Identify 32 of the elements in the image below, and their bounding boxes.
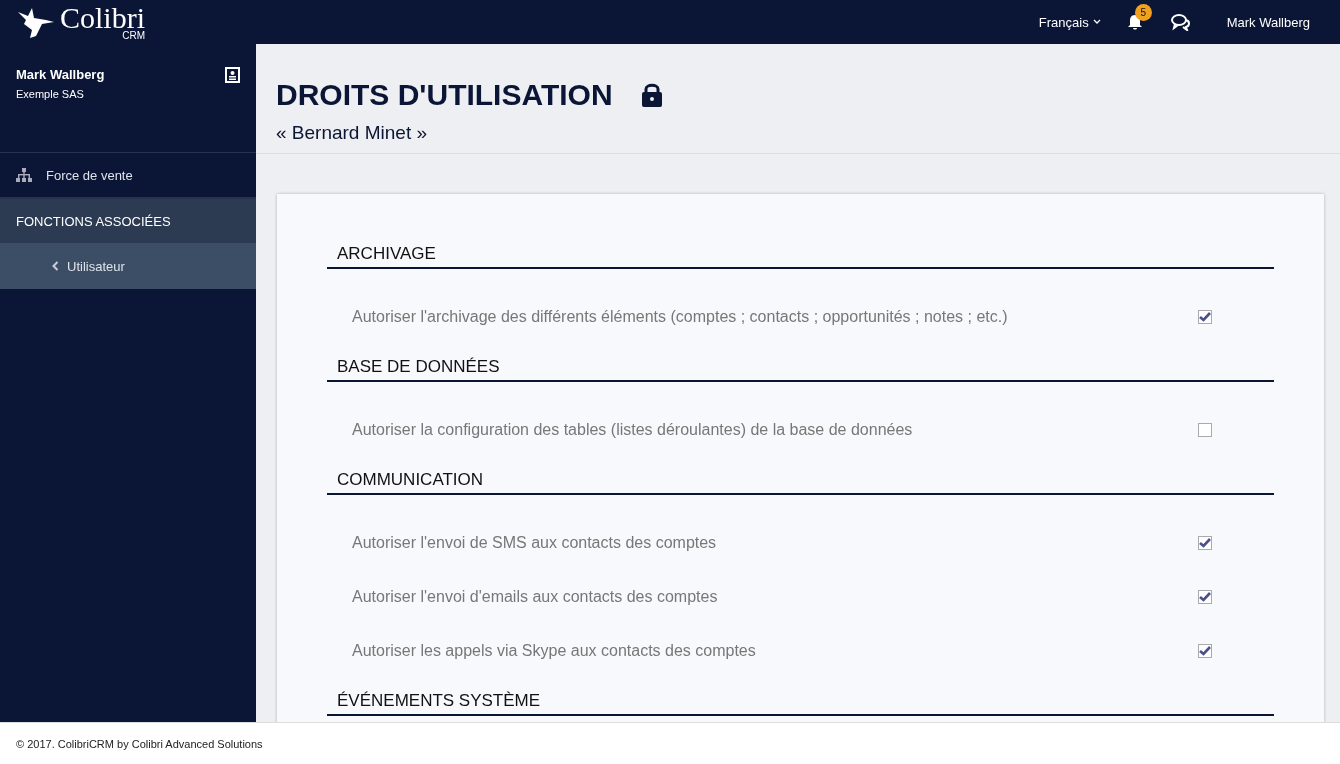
permission-label: Autoriser les appels via Skype aux contacts des comptes xyxy=(352,642,756,660)
sidebar-item[interactable]: Utilisateur xyxy=(0,243,256,289)
permission-label: Autoriser la configuration des tables (listes déroulantes) de la base de données xyxy=(352,421,913,439)
logo-subtitle: CRM xyxy=(122,31,145,41)
sitemap-icon xyxy=(16,168,32,182)
contact-card-icon xyxy=(225,67,240,83)
footer-text: © 2017. ColibriCRM by Colibri Advanced Solutions xyxy=(16,737,263,750)
checkbox[interactable] xyxy=(1198,590,1212,604)
company-name: Exemple SAS xyxy=(16,88,85,100)
permission-label: Autoriser l'envoi d'emails aux contacts des comptes xyxy=(352,588,718,606)
section-heading: COMMUNICATION xyxy=(327,470,1274,495)
user-menu[interactable]: Mark Wallberg xyxy=(1226,14,1310,30)
permission-label: Autoriser l'archivage des différents éléments (comptes ; contacts ; opportunités ; notes ; etc.) xyxy=(352,308,1008,326)
bell-icon[interactable] xyxy=(1126,13,1143,31)
permission-label: Autoriser l'envoi de SMS aux contacts des comptes xyxy=(352,534,717,552)
lock-icon xyxy=(640,82,663,108)
section-heading: ARCHIVAGE xyxy=(327,244,1274,269)
user-name: Mark Wallberg xyxy=(16,67,105,82)
checkbox[interactable] xyxy=(1198,644,1212,658)
checkbox[interactable] xyxy=(1198,423,1212,437)
section-heading: BASE DE DONNÉES xyxy=(327,357,1274,382)
language-dropdown[interactable]: Français xyxy=(1038,14,1101,30)
checkbox[interactable] xyxy=(1198,310,1212,324)
chevron-down-icon xyxy=(1092,19,1101,25)
page-title: DROITS D'UTILISATION xyxy=(276,78,613,112)
chat-icon[interactable] xyxy=(1170,13,1191,31)
page-subtitle: « Bernard Minet » xyxy=(276,122,429,144)
checkbox[interactable] xyxy=(1198,536,1212,550)
chevron-left-icon xyxy=(52,261,59,271)
notification-badge: 5 xyxy=(1134,3,1152,21)
sidebar-section-header: FONCTIONS ASSOCIÉES xyxy=(0,199,256,243)
section-heading: ÉVÉNEMENTS SYSTÈME xyxy=(327,691,1274,716)
